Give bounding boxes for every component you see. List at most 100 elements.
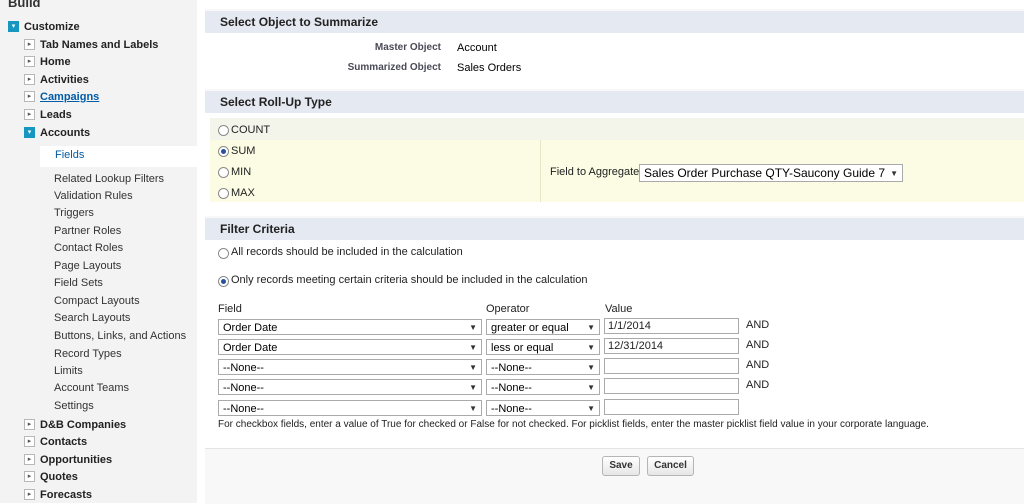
filter-field-select[interactable]: Order Date ▼ [218,319,482,335]
rollup-count-label: COUNT [231,124,271,136]
sidebar-item-field-sets[interactable]: Field Sets [54,275,103,291]
expand-icon[interactable]: ▸ [24,435,35,447]
section-header-filter-criteria: Filter Criteria [205,216,1024,240]
expand-icon[interactable]: ▸ [24,108,35,120]
chevron-down-icon: ▼ [890,169,898,178]
filter-and-label: AND [746,319,770,331]
expand-icon[interactable]: ▸ [24,55,35,67]
chevron-down-icon: ▼ [469,383,477,392]
rollup-summary-editor: Select Object to Summarize Master Object… [205,0,1024,504]
filter-and-label: AND [746,339,770,351]
master-object-label: Master Object [374,42,441,53]
rollup-divider [540,140,541,202]
sidebar-item-limits[interactable]: Limits [54,363,83,379]
sidebar-node-home[interactable]: ▸ Home [24,54,71,70]
filter-value-input[interactable]: 12/31/2014 [604,338,739,354]
column-header-operator: Operator [486,303,530,315]
expand-icon[interactable]: ▸ [24,90,35,102]
filter-field-select[interactable]: --None-- ▼ [218,379,482,395]
chevron-down-icon: ▼ [469,343,477,352]
chevron-down-icon: ▼ [587,363,595,372]
filter-and-label: AND [746,359,770,371]
filter-value-input[interactable] [604,378,739,394]
chevron-down-icon: ▼ [469,323,477,332]
filter-value-input[interactable]: 1/1/2014 [604,318,739,334]
chevron-down-icon: ▼ [587,404,595,413]
cancel-button[interactable]: Cancel [647,456,694,476]
sidebar-item-related-lookup-filters[interactable]: Related Lookup Filters [54,171,164,187]
filter-field-select[interactable]: --None-- ▼ [218,359,482,375]
column-header-value: Value [605,303,633,315]
expand-icon[interactable]: ▸ [24,488,35,500]
section-header-summarize: Select Object to Summarize [205,9,1024,33]
field-to-aggregate-select[interactable]: Sales Order Purchase QTY-Saucony Guide 7… [639,164,903,182]
sidebar-item-contact-roles[interactable]: Contact Roles [54,240,123,256]
rollup-max-label: MAX [231,187,255,199]
sidebar-item-page-layouts[interactable]: Page Layouts [54,258,121,274]
rollup-min-label: MIN [231,166,252,178]
expand-icon[interactable]: ▸ [24,453,35,465]
sidebar-node-contacts[interactable]: ▸ Contacts [24,434,87,450]
sidebar-item-validation-rules[interactable]: Validation Rules [54,188,133,204]
rollup-count-radio[interactable] [218,125,229,136]
chevron-down-icon: ▼ [587,383,595,392]
rollup-sum-radio[interactable] [218,146,229,157]
rollup-min-radio[interactable] [218,167,229,178]
chevron-down-icon: ▼ [469,404,477,413]
column-header-field: Field [218,303,242,315]
chevron-down-icon: ▼ [469,363,477,372]
sidebar-node-activities[interactable]: ▸ Activities [24,72,89,88]
sidebar-node-forecasts[interactable]: ▸ Forecasts [24,487,92,503]
rollup-count-row [210,118,1024,140]
filter-field-select[interactable]: --None-- ▼ [218,400,482,416]
sidebar-node-leads[interactable]: ▸ Leads [24,107,72,123]
sidebar-item-buttons-links-actions[interactable]: Buttons, Links, and Actions [54,328,186,344]
sidebar-item-settings[interactable]: Settings [54,398,94,414]
sidebar-item-triggers[interactable]: Triggers [54,205,94,221]
filter-value-input[interactable] [604,399,739,415]
filter-and-label: AND [746,379,770,391]
filter-operator-select[interactable]: less or equal ▼ [486,339,600,355]
collapse-icon[interactable]: ▾ [24,126,35,138]
expand-icon[interactable]: ▸ [24,73,35,85]
sidebar-item-fields[interactable]: Fields [40,146,197,167]
sidebar-heading: Build [8,0,41,10]
expand-icon[interactable]: ▸ [24,38,35,50]
sidebar-node-dnb-companies[interactable]: ▸ D&B Companies [24,417,126,433]
sidebar-node-quotes[interactable]: ▸ Quotes [24,469,78,485]
collapse-icon[interactable]: ▾ [8,20,19,32]
filter-operator-select[interactable]: --None-- ▼ [486,359,600,375]
save-button[interactable]: Save [602,456,640,476]
expand-icon[interactable]: ▸ [24,470,35,482]
setup-sidebar: Build ▾ Customize ▸ Tab Names and Labels ▸… [0,0,197,503]
filter-all-label: All records should be included in the ca… [231,246,463,258]
chevron-down-icon: ▼ [587,343,595,352]
summarized-object-value: Sales Orders [457,62,522,74]
rollup-sum-label: SUM [231,145,256,157]
sidebar-node-customize[interactable]: ▾ Customize [8,19,80,35]
filter-operator-select[interactable]: --None-- ▼ [486,379,600,395]
sidebar-node-tab-names[interactable]: ▸ Tab Names and Labels [24,37,158,53]
filter-criteria-radio[interactable] [218,276,229,287]
sidebar-item-record-types[interactable]: Record Types [54,346,122,362]
sidebar-node-opportunities[interactable]: ▸ Opportunities [24,452,112,468]
expand-icon[interactable]: ▸ [24,418,35,430]
chevron-down-icon: ▼ [587,323,595,332]
sidebar-item-compact-layouts[interactable]: Compact Layouts [54,293,140,309]
filter-value-input[interactable] [604,358,739,374]
sidebar-node-accounts[interactable]: ▾ Accounts [24,125,90,141]
sidebar-item-partner-roles[interactable]: Partner Roles [54,223,121,239]
filter-help-note: For checkbox fields, enter a value of Tr… [218,419,929,430]
sidebar-item-search-layouts[interactable]: Search Layouts [54,310,130,326]
master-object-value: Account [457,42,497,54]
section-header-rollup-type: Select Roll-Up Type [205,89,1024,113]
filter-operator-select[interactable]: --None-- ▼ [486,400,600,416]
field-to-aggregate-label: Field to Aggregate [550,166,640,178]
filter-all-radio[interactable] [218,248,229,259]
sidebar-node-campaigns[interactable]: ▸ Campaigns [24,89,99,105]
summarized-object-label: Summarized Object [347,62,441,73]
rollup-max-radio[interactable] [218,188,229,199]
filter-field-select[interactable]: Order Date ▼ [218,339,482,355]
sidebar-item-account-teams[interactable]: Account Teams [54,380,129,396]
filter-operator-select[interactable]: greater or equal ▼ [486,319,600,335]
